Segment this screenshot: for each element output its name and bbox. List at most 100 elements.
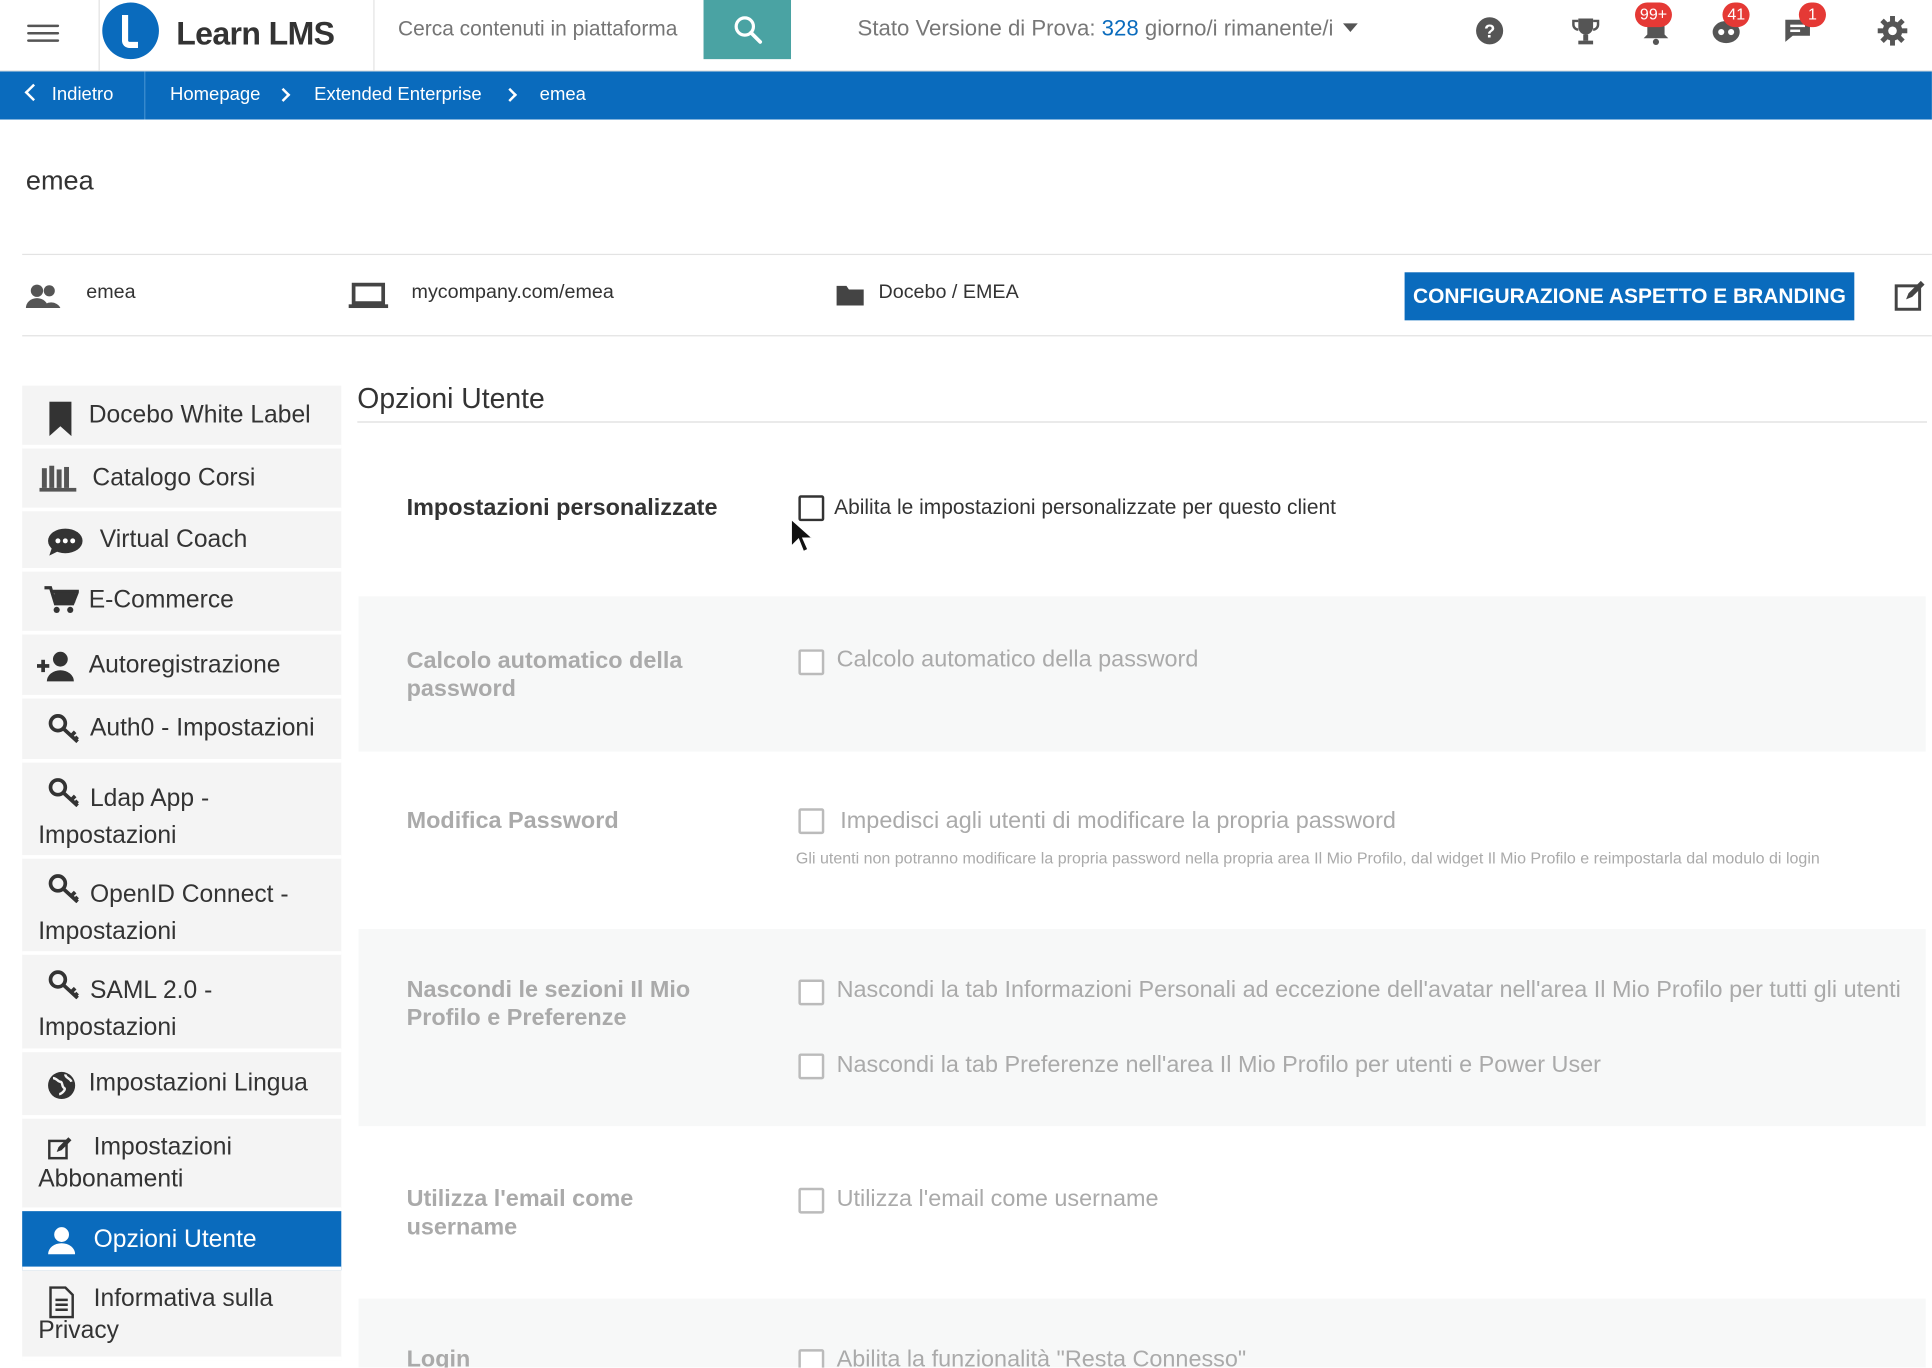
group-users-icon bbox=[25, 283, 62, 316]
sidebar-item-impostazioni-abbonamenti[interactable]: Impostazioni Abbonamenti bbox=[22, 1118, 342, 1212]
help-text: Gli utenti non potranno modificare la pr… bbox=[795, 848, 1820, 868]
breadcrumb-extended-enterprise[interactable]: Extended Enterprise bbox=[314, 84, 481, 105]
sidebar-item-informativa-privacy[interactable]: Informativa sulla Privacy bbox=[22, 1270, 342, 1361]
checkbox-label: Calcolo automatico della password bbox=[836, 646, 1199, 673]
caret-down-icon bbox=[1343, 23, 1359, 33]
breadcrumb-current: emea bbox=[539, 83, 586, 105]
sidebar-item-label: Virtual Coach bbox=[99, 526, 248, 554]
settings-row-change-password: Modifica Password Impedisci agli utenti … bbox=[359, 759, 1926, 924]
hide-preferences-tab-checkbox[interactable] bbox=[798, 1053, 825, 1080]
sidebar-item-impostazioni-lingua[interactable]: Impostazioni Lingua bbox=[22, 1052, 342, 1119]
trial-status-prefix: Stato Versione di Prova: bbox=[857, 16, 1096, 41]
prevent-password-change-checkbox[interactable] bbox=[798, 808, 825, 835]
help-icon[interactable]: ? bbox=[1474, 15, 1506, 47]
app-logo[interactable]: Learn LMS bbox=[98, 0, 375, 72]
sidebar-item-saml-impostazioni[interactable]: SAML 2.0 - Impostazioni bbox=[22, 954, 342, 1053]
chevron-left-icon bbox=[24, 83, 42, 102]
sidebar-item-label: E-Commerce bbox=[88, 586, 234, 614]
sidebar-item-label: Docebo White Label bbox=[88, 401, 311, 429]
section-title: Opzioni Utente bbox=[357, 381, 545, 414]
settings-sidebar: Docebo White Label Catalogo Corsi Virtua… bbox=[22, 385, 342, 1361]
sidebar-item-e-commerce[interactable]: E-Commerce bbox=[22, 571, 342, 635]
virtual-coach-icon[interactable]: 41 bbox=[1710, 2, 1751, 47]
sidebar-item-auth0-impostazioni[interactable]: Auth0 - Impostazioni bbox=[22, 698, 342, 763]
user-icon bbox=[48, 1227, 76, 1255]
top-bar: Learn LMS Stato Versione di Prova: 328 g… bbox=[0, 0, 1932, 72]
add-user-icon bbox=[36, 651, 74, 682]
breadcrumb: Indietro Homepage Extended Enterprise em… bbox=[0, 71, 1932, 120]
settings-row-auto-password: Calcolo automatico della password Calcol… bbox=[358, 596, 1926, 752]
back-button[interactable]: Indietro bbox=[0, 71, 146, 120]
sidebar-item-docebo-white-label[interactable]: Docebo White Label bbox=[22, 385, 342, 449]
sidebar-item-label: Impostazioni Lingua bbox=[88, 1069, 308, 1097]
bookmark-icon bbox=[49, 401, 72, 437]
row-label: Calcolo automatico della password bbox=[406, 648, 683, 703]
client-folder-path: Docebo / EMEA bbox=[878, 282, 1019, 304]
sidebar-item-label: Informativa sulla Privacy bbox=[38, 1285, 274, 1345]
sidebar-item-label: OpenID Connect - Impostazioni bbox=[38, 880, 289, 946]
chevron-right-icon bbox=[503, 87, 518, 102]
row-label: Impostazioni personalizzate bbox=[406, 495, 718, 522]
row-label: Modifica Password bbox=[406, 808, 619, 835]
checkbox-label: Abilita le impostazioni personalizzate p… bbox=[834, 495, 1336, 519]
laptop-icon bbox=[347, 282, 389, 315]
back-label: Indietro bbox=[51, 83, 114, 105]
breadcrumb-homepage[interactable]: Homepage bbox=[170, 84, 260, 105]
sidebar-item-label: Opzioni Utente bbox=[93, 1225, 257, 1254]
hamburger-menu-icon[interactable] bbox=[27, 20, 60, 45]
notifications-bell-icon[interactable]: 99+ bbox=[1634, 2, 1673, 47]
trophy-icon[interactable] bbox=[1570, 15, 1602, 47]
auto-password-checkbox[interactable] bbox=[798, 649, 825, 676]
sidebar-item-opzioni-utente[interactable]: Opzioni Utente bbox=[22, 1211, 342, 1271]
page-title: emea bbox=[25, 165, 94, 196]
sidebar-item-virtual-coach[interactable]: Virtual Coach bbox=[22, 511, 342, 572]
trial-status-suffix: giorno/i rimanente/i bbox=[1144, 16, 1334, 41]
sidebar-item-ldap-app-impostazioni[interactable]: Ldap App - Impostazioni bbox=[22, 762, 342, 859]
divider bbox=[357, 421, 1928, 423]
chevron-right-icon bbox=[276, 87, 291, 102]
email-as-username-checkbox[interactable] bbox=[798, 1187, 825, 1214]
client-domain: mycompany.com/emea bbox=[411, 282, 614, 304]
row-label: Utilizza l'email come username bbox=[406, 1186, 634, 1241]
logo-icon bbox=[102, 2, 159, 60]
trial-status-dropdown[interactable]: Stato Versione di Prova: 328 giorno/i ri… bbox=[858, 16, 1359, 42]
svg-text:?: ? bbox=[1484, 21, 1495, 42]
folder-icon bbox=[835, 282, 865, 313]
settings-row-login: Login Abilita la funzionalità "Resta Con… bbox=[358, 1298, 1926, 1368]
cart-icon bbox=[44, 586, 79, 613]
search-button[interactable] bbox=[703, 0, 792, 60]
messages-icon[interactable]: 1 bbox=[1782, 2, 1826, 47]
mouse-cursor-icon bbox=[790, 517, 812, 554]
app-name: Learn LMS bbox=[176, 14, 335, 52]
sidebar-item-label: Ldap App - Impostazioni bbox=[38, 784, 210, 849]
sidebar-item-openid-connect-impostazioni[interactable]: OpenID Connect - Impostazioni bbox=[22, 858, 342, 955]
key-icon bbox=[48, 714, 79, 743]
stay-signed-in-checkbox[interactable] bbox=[798, 1349, 825, 1368]
row-label: Nascondi le sezioni Il Mio Profilo e Pre… bbox=[406, 977, 691, 1032]
sidebar-item-label: Impostazioni Abbonamenti bbox=[38, 1133, 232, 1193]
divider bbox=[22, 253, 1932, 256]
checkbox-label: Impedisci agli utenti di modificare la p… bbox=[840, 808, 1396, 835]
sidebar-item-catalogo-corsi[interactable]: Catalogo Corsi bbox=[22, 448, 342, 512]
checkbox-label: Nascondi la tab Preferenze nell'area Il … bbox=[836, 1052, 1601, 1079]
sidebar-item-label: SAML 2.0 - Impostazioni bbox=[38, 977, 213, 1042]
messages-badge: 1 bbox=[1798, 2, 1826, 28]
edit-icon[interactable] bbox=[1894, 280, 1926, 318]
globe-icon bbox=[48, 1071, 76, 1100]
sidebar-item-label: Autoregistrazione bbox=[88, 651, 281, 679]
divider bbox=[22, 335, 1932, 337]
client-group-name: emea bbox=[86, 282, 136, 304]
search-input[interactable] bbox=[375, 0, 705, 60]
library-icon bbox=[39, 465, 77, 492]
settings-row-custom-settings: Impostazioni personalizzate Abilita le i… bbox=[359, 426, 1926, 594]
search-icon bbox=[734, 16, 763, 44]
branding-configuration-button[interactable]: CONFIGURAZIONE ASPETTO E BRANDING bbox=[1404, 272, 1855, 321]
sidebar-item-autoregistrazione[interactable]: Autoregistrazione bbox=[22, 634, 342, 699]
sidebar-item-label: Auth0 - Impostazioni bbox=[89, 714, 315, 742]
trial-days: 328 bbox=[1101, 16, 1139, 41]
sidebar-item-label: Catalogo Corsi bbox=[92, 464, 256, 492]
settings-row-hide-profile-sections: Nascondi le sezioni Il Mio Profilo e Pre… bbox=[358, 929, 1926, 1127]
notifications-badge: 99+ bbox=[1634, 2, 1673, 28]
settings-gear-icon[interactable] bbox=[1876, 15, 1908, 47]
checkbox-label: Nascondi la tab Informazioni Personali a… bbox=[836, 977, 1901, 1003]
